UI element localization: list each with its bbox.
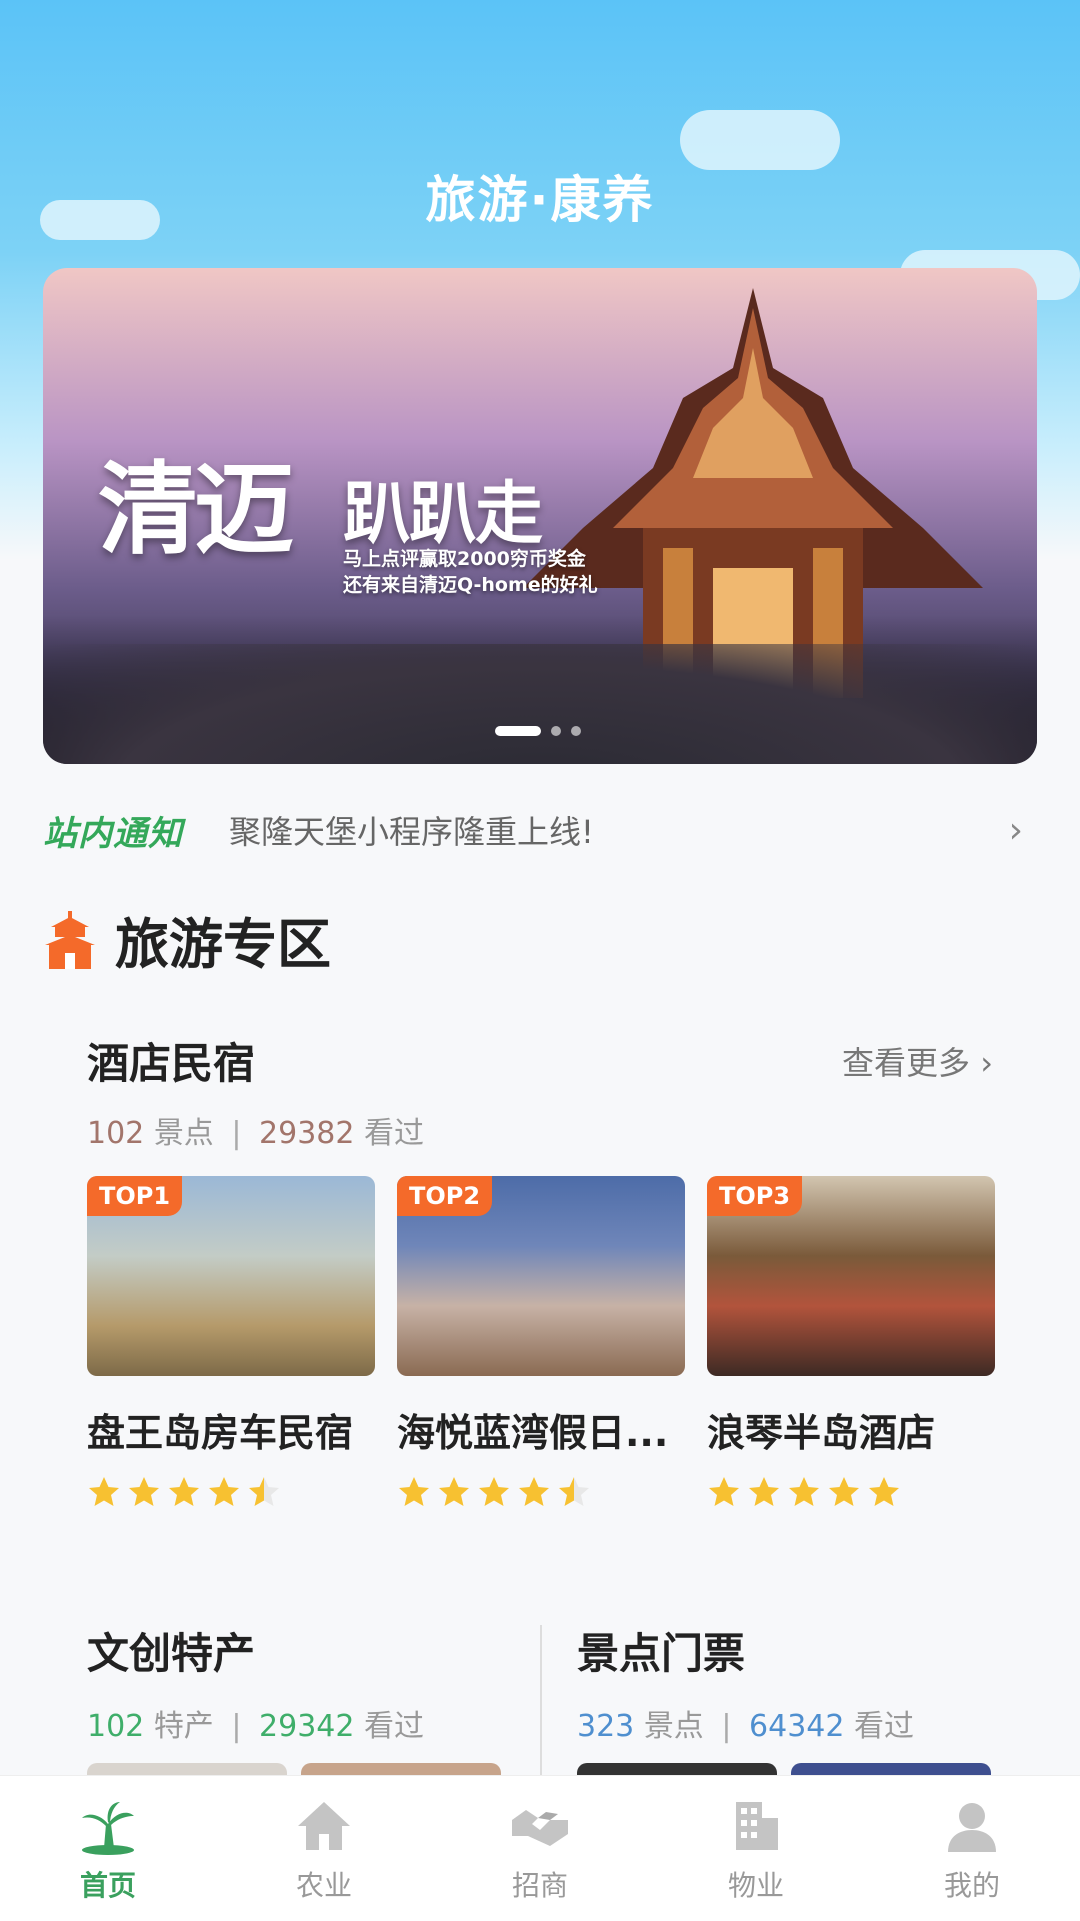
star-icon	[209, 1477, 239, 1506]
rank-badge: TOP1	[87, 1176, 183, 1216]
stat-views-label: 看过	[364, 1116, 424, 1151]
star-icon	[749, 1477, 779, 1506]
rating-stars	[707, 1475, 995, 1509]
page-title: 旅游·康养	[425, 171, 655, 229]
divider: |	[231, 1709, 242, 1744]
rank-badge: TOP3	[707, 1176, 803, 1216]
tab-label: 农业	[295, 1869, 352, 1902]
hotel-name[interactable]: 海悦蓝湾假日...	[397, 1402, 685, 1457]
notice-text[interactable]: 聚隆天堡小程序隆重上线!	[229, 807, 1009, 853]
house-icon	[298, 1802, 350, 1850]
person-icon	[948, 1803, 996, 1852]
section-title: 旅游专区	[115, 913, 331, 976]
stat-views-label: 看过	[364, 1709, 424, 1744]
tab-profile[interactable]: 我的	[864, 1776, 1080, 1921]
hotel-list: TOP1 盘王岛房车民宿 TOP2 海悦蓝湾假日... TOP3 浪琴半岛酒店	[87, 1176, 995, 1509]
category-cards: 文创特产 102 特产 | 29342 看过 景点门票 323 景点 | 643…	[43, 1600, 1037, 1785]
culture-title: 文创特产	[87, 1629, 256, 1678]
star-icon	[709, 1477, 739, 1506]
stat-count-label: 特产	[153, 1709, 214, 1744]
tab-agriculture[interactable]: 农业	[216, 1776, 432, 1921]
stat-count-label: 景点	[643, 1709, 704, 1744]
tickets-stats: 323 景点 | 64342 看过	[577, 1701, 1037, 1745]
culture-stats: 102 特产 | 29342 看过	[87, 1701, 547, 1745]
hotel-stats: 102 景点 | 29382 看过	[87, 1108, 424, 1152]
star-icon	[869, 1477, 899, 1506]
banner-promo-line: 还有来自清迈Q-home的好礼	[343, 574, 598, 596]
culture-card[interactable]: 文创特产 102 特产 | 29342 看过	[87, 1600, 547, 1745]
see-more-link[interactable]: 查看更多 ›	[842, 1038, 993, 1084]
banner-promo: 马上点评赢取2000穷币奖金 还有来自清迈Q-home的好礼	[343, 546, 598, 598]
crowd-silhouette	[43, 644, 1037, 764]
star-icon	[519, 1477, 549, 1506]
rating-stars	[87, 1475, 375, 1509]
hotel-image[interactable]: TOP2	[397, 1176, 685, 1376]
divider: |	[721, 1709, 732, 1744]
banner-subtitle: 趴趴走	[343, 475, 543, 554]
stat-views: 29342	[259, 1709, 355, 1744]
tab-label: 招商	[511, 1869, 568, 1902]
stat-views-label: 看过	[854, 1709, 914, 1744]
stat-count: 323	[577, 1709, 635, 1744]
carousel-dot[interactable]	[571, 726, 581, 736]
tickets-title: 景点门票	[577, 1629, 746, 1678]
chevron-right-icon: ›	[980, 1044, 993, 1082]
star-icon	[789, 1477, 819, 1506]
hotel-name[interactable]: 盘王岛房车民宿	[87, 1402, 375, 1457]
chevron-right-icon[interactable]: ›	[1009, 810, 1023, 851]
hotel-image[interactable]: TOP3	[707, 1176, 995, 1376]
stat-count-label: 景点	[153, 1116, 214, 1151]
hotel-item[interactable]: TOP3 浪琴半岛酒店	[707, 1176, 995, 1509]
building-icon	[736, 1802, 778, 1850]
banner-title: 清迈	[98, 451, 294, 568]
tab-home[interactable]: 首页	[0, 1776, 216, 1921]
see-more-label: 查看更多	[842, 1044, 971, 1082]
tab-property[interactable]: 物业	[648, 1776, 864, 1921]
star-icon	[129, 1477, 159, 1506]
star-icon	[249, 1477, 279, 1506]
tab-label: 物业	[727, 1869, 784, 1902]
hotel-title: 酒店民宿	[87, 1039, 256, 1088]
hotel-image[interactable]: TOP1	[87, 1176, 375, 1376]
tab-label: 首页	[79, 1869, 136, 1902]
star-icon	[169, 1477, 199, 1506]
palm-tree-icon	[82, 1802, 134, 1855]
star-icon	[89, 1477, 119, 1506]
banner-promo-line: 马上点评赢取2000穷币奖金	[343, 548, 586, 570]
hotel-card: 酒店民宿 查看更多 › 102 景点 | 29382 看过 TOP1 盘王岛房车…	[43, 1000, 1037, 1560]
tab-investment[interactable]: 招商	[432, 1776, 648, 1921]
star-icon	[399, 1477, 429, 1506]
divider: |	[231, 1116, 242, 1151]
stat-views: 29382	[259, 1116, 355, 1151]
tickets-card[interactable]: 景点门票 323 景点 | 64342 看过	[577, 1600, 1037, 1745]
rank-badge: TOP2	[397, 1176, 493, 1216]
notice-bar[interactable]: 站内通知 聚隆天堡小程序隆重上线! ›	[43, 800, 1037, 860]
vertical-divider	[540, 1625, 542, 1785]
star-icon	[439, 1477, 469, 1506]
section-header: 旅游专区	[43, 900, 331, 979]
carousel-dot[interactable]	[551, 726, 561, 736]
tab-label: 我的	[943, 1869, 1000, 1902]
carousel-indicator	[495, 726, 581, 736]
star-icon	[479, 1477, 509, 1506]
handshake-icon	[512, 1810, 568, 1846]
pagoda-icon	[45, 910, 95, 969]
star-icon	[829, 1477, 859, 1506]
stat-count: 102	[87, 1116, 145, 1151]
hotel-item[interactable]: TOP2 海悦蓝湾假日...	[397, 1176, 685, 1509]
banner-carousel[interactable]: 清迈 趴趴走 马上点评赢取2000穷币奖金 还有来自清迈Q-home的好礼	[43, 268, 1037, 764]
stat-views: 64342	[749, 1709, 845, 1744]
notice-tag: 站内通知	[43, 813, 183, 854]
carousel-dot-active[interactable]	[495, 726, 541, 736]
rating-stars	[397, 1475, 685, 1509]
bottom-tab-bar: 首页 农业 招商 物业 我的	[0, 1775, 1080, 1921]
star-icon	[559, 1477, 589, 1506]
hotel-item[interactable]: TOP1 盘王岛房车民宿	[87, 1176, 375, 1509]
hotel-name[interactable]: 浪琴半岛酒店	[707, 1402, 995, 1457]
stat-count: 102	[87, 1709, 145, 1744]
